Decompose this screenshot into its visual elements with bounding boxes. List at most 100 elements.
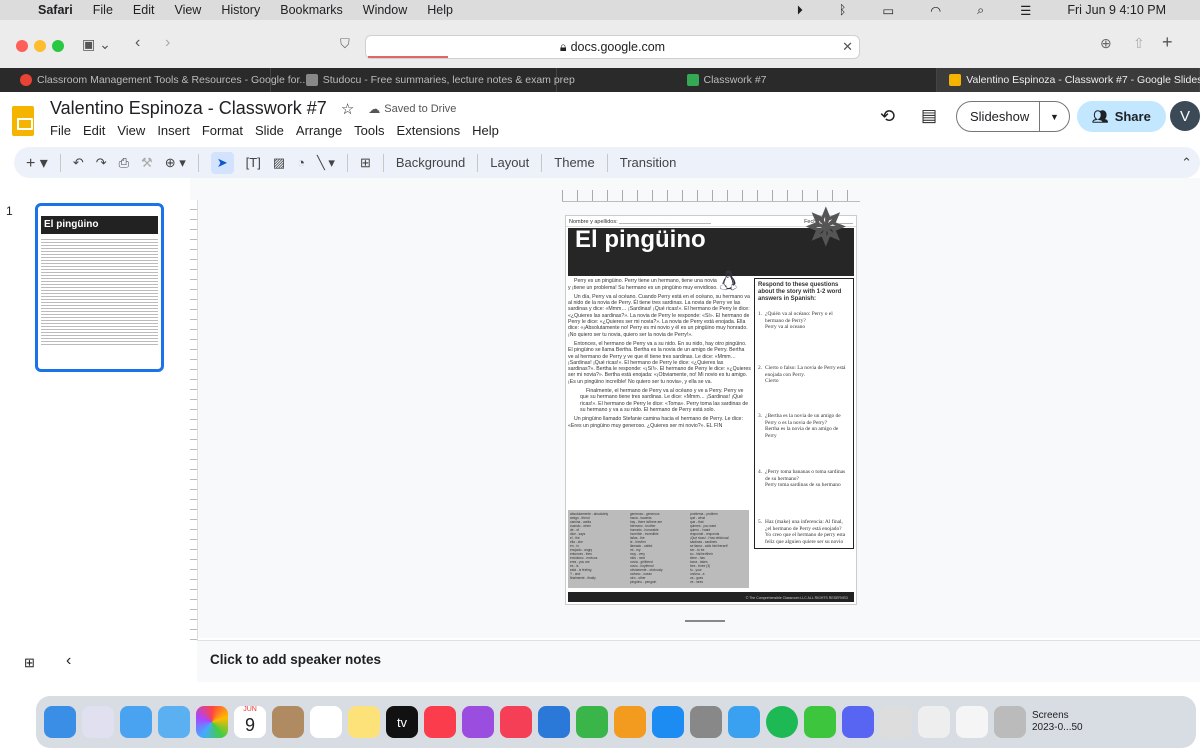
trash-icon[interactable] bbox=[994, 706, 1026, 738]
messages-icon[interactable] bbox=[804, 706, 836, 738]
stop-loading-icon[interactable]: ✕ bbox=[842, 39, 853, 55]
tab-google-slides[interactable]: Valentino Espinoza - Classwork #7 - Goog… bbox=[937, 68, 1200, 92]
menu-edit[interactable]: Edit bbox=[83, 123, 105, 138]
search-icon[interactable]: ⌕ bbox=[977, 3, 984, 18]
slideshow-button[interactable]: Slideshow ▼ bbox=[956, 101, 1070, 132]
background-button[interactable]: Background bbox=[396, 155, 465, 170]
numbers-icon[interactable] bbox=[576, 706, 608, 738]
slides-logo[interactable] bbox=[12, 106, 34, 136]
redo-icon[interactable]: ↷ bbox=[96, 155, 107, 171]
safari-icon[interactable] bbox=[728, 706, 760, 738]
spotify-icon[interactable] bbox=[766, 706, 798, 738]
privacy-shield-icon[interactable]: ⛉ bbox=[340, 36, 350, 52]
back-icon[interactable]: ‹ bbox=[135, 34, 140, 52]
slide-thumbnail[interactable]: El pingüino bbox=[35, 203, 164, 372]
image-icon[interactable]: ▨ bbox=[273, 155, 285, 171]
notes-resize-handle[interactable] bbox=[685, 620, 725, 622]
tab-studocu[interactable]: Studocu - Free summaries, lecture notes … bbox=[271, 68, 575, 92]
slide[interactable]: Nombre y apellidos: ____________________… bbox=[565, 204, 857, 605]
text-box-icon[interactable]: [T] bbox=[246, 155, 261, 170]
menu-help[interactable]: Help bbox=[472, 123, 499, 138]
calendar-icon[interactable]: JUN 9 bbox=[234, 706, 266, 738]
music-icon[interactable] bbox=[424, 706, 456, 738]
downloads-icon[interactable]: ⊕ bbox=[1100, 35, 1112, 52]
avatar[interactable]: V bbox=[1170, 101, 1200, 131]
horizontal-ruler[interactable] bbox=[562, 190, 860, 202]
zoom-icon[interactable]: ⊕ ▾ bbox=[165, 155, 186, 171]
menu-file[interactable]: File bbox=[93, 3, 113, 17]
answer-4[interactable]: Perry toma sardinas de su hermano bbox=[765, 482, 850, 488]
apple-tv-icon[interactable]: tv bbox=[386, 706, 418, 738]
menu-tools[interactable]: Tools bbox=[354, 123, 384, 138]
bluetooth-icon[interactable]: ᛒ bbox=[839, 3, 847, 17]
theme-button[interactable]: Theme bbox=[554, 155, 594, 170]
minimize-window-button[interactable] bbox=[34, 40, 46, 52]
document-title[interactable]: Valentino Espinoza - Classwork #7 bbox=[50, 98, 327, 119]
mail-icon[interactable] bbox=[120, 706, 152, 738]
tab-classwork[interactable]: Classwork #7 bbox=[557, 68, 938, 92]
new-slide-icon[interactable]: + ▾ bbox=[26, 153, 48, 173]
menu-window[interactable]: Window bbox=[363, 3, 407, 17]
reminders-icon[interactable] bbox=[310, 706, 342, 738]
app-store-icon[interactable] bbox=[652, 706, 684, 738]
menu-view[interactable]: View bbox=[174, 3, 201, 17]
comment-add-icon[interactable]: ⊞ bbox=[360, 155, 371, 171]
zoom-window-button[interactable] bbox=[52, 40, 64, 52]
launchpad-icon[interactable] bbox=[82, 706, 114, 738]
clock[interactable]: Fri Jun 9 4:10 PM bbox=[1067, 3, 1166, 17]
share-icon[interactable]: ⇧ bbox=[1133, 35, 1145, 52]
menu-edit[interactable]: Edit bbox=[133, 3, 155, 17]
menu-history[interactable]: History bbox=[221, 3, 260, 17]
answer-5[interactable]: Yo creo que el hermano de perry esta fel… bbox=[765, 532, 850, 545]
menu-help[interactable]: Help bbox=[427, 3, 453, 17]
keynote-icon[interactable] bbox=[538, 706, 570, 738]
preview-icon[interactable] bbox=[880, 706, 912, 738]
close-window-button[interactable] bbox=[16, 40, 28, 52]
pages-icon[interactable] bbox=[614, 706, 646, 738]
slideshow-dropdown[interactable]: ▼ bbox=[1039, 102, 1069, 131]
contacts-icon[interactable] bbox=[272, 706, 304, 738]
answer-1[interactable]: Perry va al oceano bbox=[765, 324, 850, 330]
photos-icon[interactable] bbox=[196, 706, 228, 738]
screenshot-thumbnail[interactable] bbox=[956, 706, 988, 738]
system-settings-icon[interactable] bbox=[690, 706, 722, 738]
menu-bookmarks[interactable]: Bookmarks bbox=[280, 3, 343, 17]
notes-icon[interactable] bbox=[348, 706, 380, 738]
podcasts-icon[interactable] bbox=[462, 706, 494, 738]
undo-icon[interactable]: ↶ bbox=[73, 155, 84, 171]
play-icon[interactable]: ⏵ bbox=[797, 3, 803, 18]
forward-icon[interactable]: › bbox=[165, 34, 170, 52]
control-center-icon[interactable]: ☰ bbox=[1020, 3, 1031, 18]
star-icon[interactable]: ☆ bbox=[341, 100, 354, 118]
battery-icon[interactable]: ▭ bbox=[882, 3, 894, 18]
menu-format[interactable]: Format bbox=[202, 123, 243, 138]
menu-file[interactable]: File bbox=[50, 123, 71, 138]
tab-classroom-tools[interactable]: Classroom Management Tools & Resources -… bbox=[0, 68, 308, 92]
menu-insert[interactable]: Insert bbox=[157, 123, 190, 138]
print-icon[interactable]: ⎙ bbox=[119, 155, 129, 171]
grid-view-icon[interactable]: ⊞ bbox=[24, 655, 35, 671]
collapse-filmstrip-icon[interactable]: ‹ bbox=[66, 652, 71, 670]
paint-format-icon[interactable]: ⚒ bbox=[141, 155, 153, 171]
discord-icon[interactable] bbox=[842, 706, 874, 738]
comments-icon[interactable]: ▤ bbox=[921, 106, 937, 126]
menu-view[interactable]: View bbox=[117, 123, 145, 138]
menu-safari[interactable]: Safari bbox=[38, 3, 73, 17]
menu-slide[interactable]: Slide bbox=[255, 123, 284, 138]
vertical-ruler[interactable] bbox=[190, 200, 198, 640]
select-icon[interactable]: ➤ bbox=[210, 151, 234, 174]
answer-3[interactable]: Bertha es la novia de un amigo de Perry bbox=[765, 426, 850, 439]
version-history-icon[interactable]: ⟲ bbox=[880, 106, 895, 127]
answer-2[interactable]: Cierto bbox=[765, 378, 850, 384]
transition-button[interactable]: Transition bbox=[620, 155, 677, 170]
document-icon[interactable] bbox=[918, 706, 950, 738]
wifi-icon[interactable]: ◠ bbox=[930, 3, 941, 18]
sidebar-icon[interactable]: ▣ ⌄ bbox=[82, 36, 111, 53]
collapse-toolbar-icon[interactable]: ⌃ bbox=[1181, 155, 1192, 171]
menu-arrange[interactable]: Arrange bbox=[296, 123, 342, 138]
maps-icon[interactable] bbox=[158, 706, 190, 738]
line-icon[interactable]: ╲ ▾ bbox=[317, 155, 335, 171]
new-tab-icon[interactable]: + bbox=[1162, 32, 1173, 53]
news-icon[interactable] bbox=[500, 706, 532, 738]
layout-button[interactable]: Layout bbox=[490, 155, 529, 170]
